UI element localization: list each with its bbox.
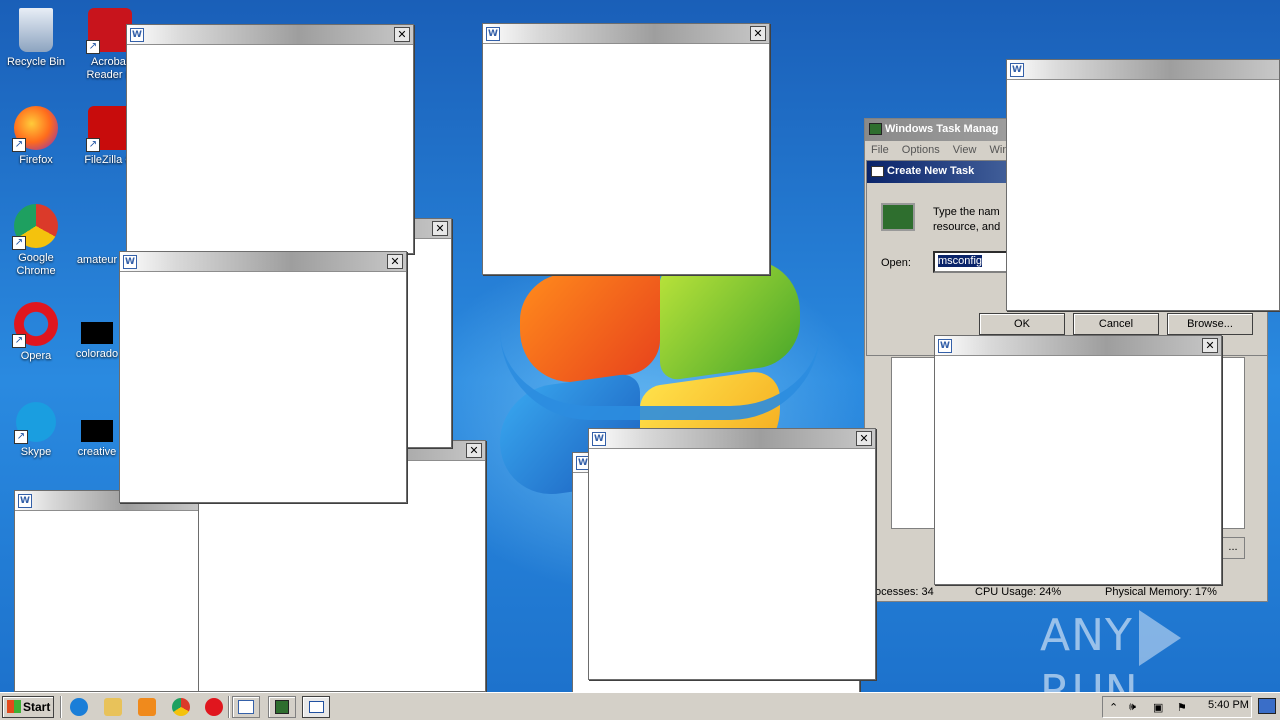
window-titlebar[interactable]: W ✕ xyxy=(935,336,1221,356)
anyrun-watermark: ANY RUN xyxy=(1040,610,1280,692)
taskbar-task-task-manager[interactable] xyxy=(268,696,296,718)
word-window[interactable]: W ✕ xyxy=(126,24,414,254)
show-desktop-button[interactable] xyxy=(1258,698,1276,714)
task-manager-statusbar: ocesses: 34 CPU Usage: 24% Physical Memo… xyxy=(875,585,1265,601)
start-button[interactable]: Start xyxy=(2,696,54,718)
skype-icon: ↗ xyxy=(14,402,56,444)
description-line-1: Type the nam xyxy=(933,206,1000,218)
word-icon: W xyxy=(938,339,952,353)
chrome-icon[interactable] xyxy=(172,698,190,716)
ellipsis-button[interactable]: ... xyxy=(1221,537,1245,559)
window-titlebar[interactable]: W ✕ xyxy=(589,429,875,449)
word-window[interactable]: W ✕ xyxy=(482,23,770,275)
explorer-folder-icon[interactable] xyxy=(104,698,122,716)
ok-button[interactable]: OK xyxy=(979,313,1065,335)
menu-view[interactable]: View xyxy=(953,144,977,156)
word-icon: W xyxy=(592,432,606,446)
start-label: Start xyxy=(23,700,51,714)
chrome-icon: ↗ xyxy=(12,204,58,250)
task-manager-title: Windows Task Manag xyxy=(885,123,999,135)
create-new-task-description: Type the nam resource, and xyxy=(933,205,1000,235)
desktop-icon-firefox[interactable]: ↗ Firefox xyxy=(0,106,72,167)
action-center-flag-icon[interactable]: ⚑ xyxy=(1177,701,1187,714)
volume-icon[interactable]: 🕪 xyxy=(1129,701,1136,714)
word-icon: W xyxy=(486,27,500,41)
window-titlebar[interactable]: W ✕ xyxy=(127,25,413,45)
taskbar-separator xyxy=(60,696,62,718)
desktop-icon-label: Recycle Bin xyxy=(6,56,66,68)
tray-expand-icon[interactable]: ⌃ xyxy=(1109,701,1118,714)
windows-flag-icon xyxy=(7,700,21,713)
taskbar-separator xyxy=(228,696,230,718)
word-window[interactable]: W xyxy=(14,490,202,692)
word-window[interactable]: W xyxy=(1006,59,1280,311)
browse-button[interactable]: Browse... xyxy=(1167,313,1253,335)
windows-logo-swoosh xyxy=(500,330,820,420)
window-titlebar[interactable]: W ✕ xyxy=(483,24,769,44)
taskbar-task-run[interactable] xyxy=(302,696,330,718)
play-icon xyxy=(1138,610,1181,666)
desktop-icon-recycle-bin[interactable]: Recycle Bin xyxy=(0,8,72,69)
watermark-left: ANY xyxy=(1040,610,1133,661)
task-manager-icon xyxy=(275,700,289,714)
close-button[interactable]: ✕ xyxy=(394,27,410,42)
create-new-task-title: Create New Task xyxy=(887,165,975,177)
word-window[interactable]: W ✕ xyxy=(588,428,876,680)
menu-options[interactable]: Options xyxy=(902,144,940,156)
open-label: Open: xyxy=(881,257,911,269)
close-button[interactable]: ✕ xyxy=(750,26,766,41)
internet-explorer-icon[interactable] xyxy=(70,698,88,716)
status-memory: Physical Memory: 17% xyxy=(1105,586,1217,598)
window-titlebar[interactable]: W xyxy=(1007,60,1279,80)
run-icon xyxy=(309,701,324,713)
word-icon: W xyxy=(130,28,144,42)
opera-icon: ↗ xyxy=(12,302,58,348)
word-icon xyxy=(238,700,254,714)
clock[interactable]: 5:40 PM xyxy=(1208,699,1249,711)
close-button[interactable]: ✕ xyxy=(432,221,448,236)
media-player-icon[interactable] xyxy=(138,698,156,716)
close-button[interactable]: ✕ xyxy=(387,254,403,269)
menu-file[interactable]: File xyxy=(871,144,889,156)
status-cpu: CPU Usage: 24% xyxy=(975,586,1062,598)
run-icon xyxy=(871,166,884,177)
watermark-right: RUN xyxy=(1040,666,1139,692)
word-icon: W xyxy=(1010,63,1024,77)
document-icon xyxy=(81,322,113,344)
description-line-2: resource, and xyxy=(933,221,1001,233)
status-processes: ocesses: 34 xyxy=(875,586,934,598)
word-window[interactable]: W ✕ xyxy=(119,251,407,503)
opera-icon[interactable] xyxy=(205,698,223,716)
close-button[interactable]: ✕ xyxy=(856,431,872,446)
open-input[interactable]: msconfig xyxy=(933,251,1013,273)
window-titlebar[interactable]: W ✕ xyxy=(120,252,406,272)
close-button[interactable]: ✕ xyxy=(1202,338,1218,353)
word-icon: W xyxy=(123,255,137,269)
desktop-icon-label: Firefox xyxy=(19,154,53,166)
document-icon xyxy=(81,420,113,442)
desktop: Recycle Bin ↗ Acrobat Reader D ↗ Firefox… xyxy=(0,0,1280,692)
word-window[interactable]: W ✕ xyxy=(934,335,1222,585)
computer-icon xyxy=(881,203,915,231)
taskbar: Start ⌃ 🕪 ▣ ⚑ 5:40 PM xyxy=(0,692,1280,720)
firefox-icon: ↗ xyxy=(12,106,58,152)
taskbar-task-word[interactable] xyxy=(232,696,260,718)
network-icon[interactable]: ▣ xyxy=(1153,701,1163,714)
word-icon: W xyxy=(18,494,32,508)
close-button[interactable]: ✕ xyxy=(466,443,482,458)
recycle-bin-icon xyxy=(19,8,53,52)
open-input-value: msconfig xyxy=(938,255,983,267)
task-manager-icon xyxy=(869,123,882,135)
cancel-button[interactable]: Cancel xyxy=(1073,313,1159,335)
